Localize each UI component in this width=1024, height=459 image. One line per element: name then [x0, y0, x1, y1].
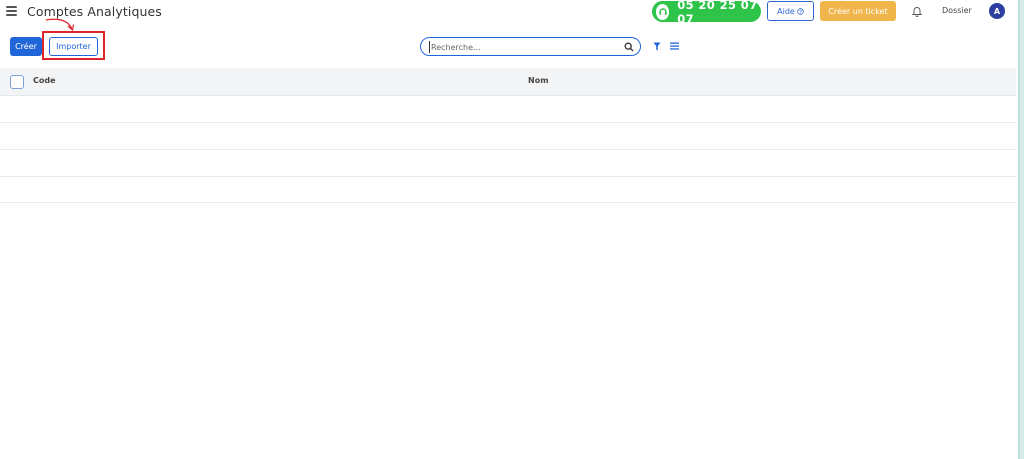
dossier-menu[interactable]: Dossier — [942, 6, 972, 15]
help-button-label: Aide — [777, 6, 795, 16]
help-circle-icon — [797, 7, 804, 15]
table-row-divider — [0, 202, 1016, 203]
list-icon[interactable] — [670, 42, 679, 50]
table-row-divider — [0, 176, 1016, 177]
select-all-checkbox[interactable] — [10, 75, 24, 89]
column-header-nom[interactable]: Nom — [528, 76, 549, 85]
phone-support-badge[interactable]: 05 20 25 07 07 — [652, 0, 761, 26]
search-input[interactable] — [429, 41, 619, 53]
phone-number: 05 20 25 07 07 — [677, 0, 758, 26]
table-row-divider — [0, 122, 1016, 123]
create-ticket-button[interactable]: Créer un ticket — [820, 1, 896, 21]
search-bar[interactable] — [420, 37, 641, 56]
help-button[interactable]: Aide — [767, 1, 814, 21]
create-button[interactable]: Créer — [10, 37, 42, 56]
bell-icon[interactable] — [910, 4, 924, 18]
top-header: Comptes Analytiques 05 20 25 07 07 Aide … — [0, 0, 1016, 26]
menu-icon[interactable] — [6, 6, 17, 16]
headset-icon — [656, 3, 670, 20]
window-edge — [1018, 0, 1024, 459]
search-icon[interactable] — [624, 42, 634, 52]
avatar[interactable]: A — [989, 3, 1005, 19]
table-header: Code Nom — [0, 68, 1016, 96]
import-button[interactable]: Importer — [49, 37, 98, 56]
table-row-divider — [0, 149, 1016, 150]
column-header-code[interactable]: Code — [33, 76, 56, 85]
filter-icon[interactable] — [653, 42, 661, 51]
